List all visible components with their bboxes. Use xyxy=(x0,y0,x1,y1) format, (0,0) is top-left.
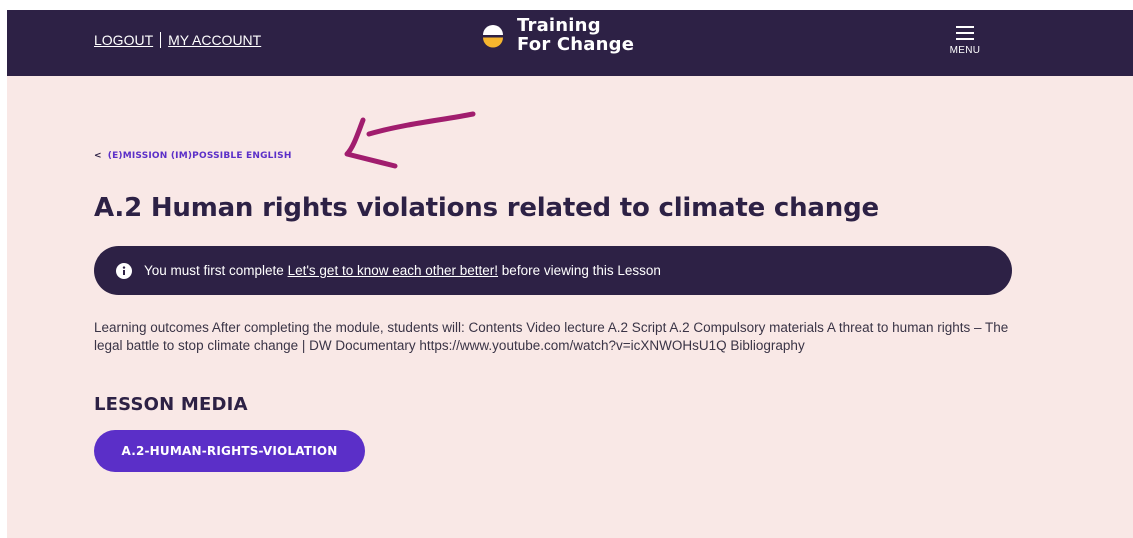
menu-button[interactable]: MENU xyxy=(945,25,985,61)
top-navigation-bar: LOGOUT MY ACCOUNT Training For Change ME… xyxy=(7,10,1133,76)
my-account-link[interactable]: MY ACCOUNT xyxy=(168,32,261,48)
breadcrumb-back-link[interactable]: < (E)MISSION (IM)POSSIBLE ENGLISH xyxy=(94,151,292,161)
info-icon xyxy=(116,262,132,279)
half-circle-logo-icon xyxy=(483,25,503,48)
breadcrumb-label: (E)MISSION (IM)POSSIBLE ENGLISH xyxy=(107,151,292,161)
account-links: LOGOUT MY ACCOUNT xyxy=(94,32,261,48)
notice-suffix: before viewing this Lesson xyxy=(498,263,661,278)
brand-name-line2: For Change xyxy=(517,34,635,55)
link-divider xyxy=(160,32,162,48)
hand-drawn-arrow-icon xyxy=(344,111,476,169)
prerequisite-lesson-link[interactable]: Let's get to know each other better! xyxy=(288,263,498,278)
lesson-description: Learning outcomes After completing the m… xyxy=(94,320,1009,353)
brand-logo[interactable]: Training For Change xyxy=(481,16,634,54)
lesson-media-button[interactable]: A.2-HUMAN-RIGHTS-VIOLATION xyxy=(94,430,365,472)
notice-message: You must first complete Let's get to kno… xyxy=(144,263,661,278)
logout-link[interactable]: LOGOUT xyxy=(94,32,153,48)
page-title: A.2 Human rights violations related to c… xyxy=(94,193,879,223)
lesson-media-heading: LESSON MEDIA xyxy=(94,394,248,415)
menu-label: MENU xyxy=(949,45,981,56)
brand-name: Training For Change xyxy=(517,16,634,54)
page-frame: LOGOUT MY ACCOUNT Training For Change ME… xyxy=(7,10,1133,538)
notice-prefix: You must first complete xyxy=(144,263,288,278)
hamburger-icon xyxy=(956,26,974,44)
brand-name-line1: Training xyxy=(517,15,601,36)
prerequisite-notice: You must first complete Let's get to kno… xyxy=(94,246,1012,295)
chevron-left-icon: < xyxy=(94,151,102,161)
